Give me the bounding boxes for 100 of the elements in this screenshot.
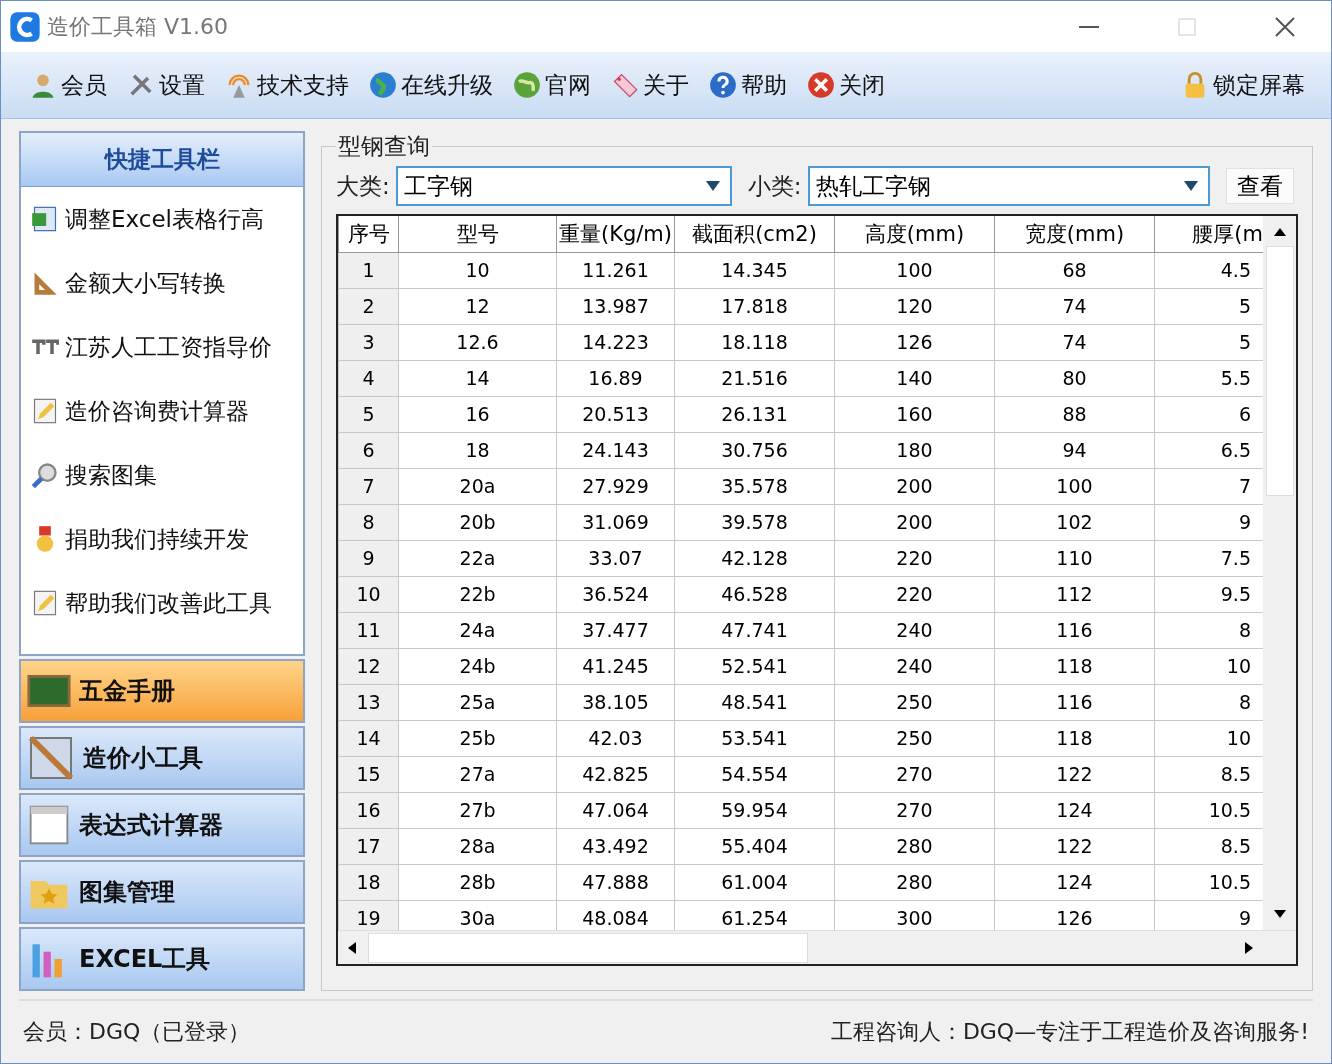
table-cell: 74	[994, 324, 1155, 361]
minimize-icon[interactable]	[1079, 25, 1099, 28]
table-cell: 118	[994, 648, 1155, 685]
app-logo-icon	[9, 10, 41, 43]
globe-icon	[369, 71, 397, 100]
table-cell: 110	[994, 540, 1155, 577]
horizontal-scrollbar[interactable]	[338, 930, 1296, 965]
table-cell: 30a	[398, 900, 557, 931]
table-cell: 124	[994, 792, 1155, 829]
view-button[interactable]: 查看	[1225, 168, 1294, 205]
group-title: 型钢查询	[337, 132, 431, 162]
quick-tool-link[interactable]: 调整Excel表格行高	[21, 187, 303, 252]
scrollbar-thumb[interactable]	[1265, 246, 1294, 497]
table-cell: 6	[1154, 396, 1263, 433]
table-cell: 6	[338, 432, 399, 469]
table-cell: 2	[338, 288, 399, 325]
table-cell: 10.5	[1154, 864, 1263, 901]
table-cell: 26.131	[674, 396, 835, 433]
table-cell: 270	[834, 756, 995, 793]
table-cell: 68	[994, 252, 1155, 289]
table-cell: 61.004	[674, 864, 835, 901]
table-cell: 1	[338, 252, 399, 289]
nav-button[interactable]: 造价小工具	[19, 726, 305, 791]
table-cell: 47.741	[674, 612, 835, 649]
window-title: 造价工具箱 V1.60	[47, 12, 230, 41]
table-cell: 4.5	[1154, 252, 1263, 289]
panel-title: 快捷工具栏	[21, 133, 303, 188]
category-dropdown[interactable]: 工字钢	[395, 166, 732, 207]
quick-tool-link[interactable]: 搜索图集	[21, 443, 303, 508]
table-cell: 7	[338, 468, 399, 505]
table-cell: 41.245	[556, 648, 675, 685]
table-cell: 200	[834, 468, 995, 505]
table-cell: 54.554	[674, 756, 835, 793]
table-cell: 10	[1154, 648, 1263, 685]
table-cell: 220	[834, 540, 995, 577]
scrollbar-thumb[interactable]	[368, 933, 808, 963]
close-icon[interactable]	[1275, 16, 1295, 37]
table-cell: 5	[338, 396, 399, 433]
table-cell: 122	[994, 828, 1155, 865]
table-cell: 9.5	[1154, 576, 1263, 613]
table-cell: 17	[338, 828, 399, 865]
quick-tool-link[interactable]: 捐助我们持续开发	[21, 507, 303, 572]
quick-tool-link[interactable]: 帮助我们改善此工具	[21, 571, 303, 636]
nav-button[interactable]: 五金手册	[19, 659, 305, 724]
table-cell: 250	[834, 684, 995, 721]
column-header[interactable]: 高度(mm)	[834, 216, 995, 253]
column-header[interactable]: 腰厚(m	[1154, 216, 1263, 253]
column-header[interactable]: 型号	[398, 216, 557, 253]
quick-tool-link[interactable]: 金额大小写转换	[21, 251, 303, 316]
table-cell: 3	[338, 324, 399, 361]
table-cell: 8.5	[1154, 828, 1263, 865]
table-cell: 59.954	[674, 792, 835, 829]
table-cell: 10	[338, 576, 399, 613]
nav-button[interactable]: 表达式计算器	[19, 793, 305, 858]
table-cell: 160	[834, 396, 995, 433]
table-cell: 15	[338, 756, 399, 793]
table-cell: 24a	[398, 612, 557, 649]
vertical-scrollbar[interactable]	[1263, 216, 1296, 931]
table-cell: 10	[1154, 720, 1263, 757]
table-cell: 37.477	[556, 612, 675, 649]
nav-button[interactable]: 图集管理	[19, 860, 305, 925]
column-header[interactable]: 重量(Kg/m)	[556, 216, 675, 253]
table-cell: 17.818	[674, 288, 835, 325]
table-cell: 112	[994, 576, 1155, 613]
table-cell: 47.064	[556, 792, 675, 829]
column-header[interactable]: 截面积(cm2)	[674, 216, 835, 253]
table-cell: 61.254	[674, 900, 835, 931]
table-cell: 8	[1154, 684, 1263, 721]
table-cell: 28a	[398, 828, 557, 865]
column-header[interactable]: 宽度(mm)	[994, 216, 1155, 253]
nav-button[interactable]: EXCEL工具	[19, 927, 305, 992]
table-cell: 8.5	[1154, 756, 1263, 793]
table-cell: 80	[994, 360, 1155, 397]
table-cell: 116	[994, 684, 1155, 721]
dropdown-arrow-icon[interactable]	[705, 181, 720, 192]
globe-icon	[513, 71, 541, 100]
table-cell: 5	[1154, 288, 1263, 325]
table-cell: 28b	[398, 864, 557, 901]
table-cell: 116	[994, 612, 1155, 649]
table-cell: 120	[834, 288, 995, 325]
table-cell: 124	[994, 864, 1155, 901]
table-cell: 18.118	[674, 324, 835, 361]
table-cell: 10.5	[1154, 792, 1263, 829]
table-cell: 250	[834, 720, 995, 757]
spreadsheet-icon	[31, 205, 59, 234]
status-text: 工程咨询人：DGQ—专注于工程造价及咨询服务!	[830, 1018, 1309, 1047]
table-cell: 16	[338, 792, 399, 829]
table-cell: 20b	[398, 504, 557, 541]
table-cell: 48.084	[556, 900, 675, 931]
quick-tool-link[interactable]: 江苏人工工资指导价	[21, 315, 303, 380]
dropdown-arrow-icon[interactable]	[1183, 181, 1198, 192]
table-cell: 14.223	[556, 324, 675, 361]
subcategory-dropdown[interactable]: 热轧工字钢	[807, 166, 1210, 207]
table-cell: 46.528	[674, 576, 835, 613]
table-cell: 7	[1154, 468, 1263, 505]
column-header[interactable]: 序号	[338, 216, 399, 253]
table-cell: 13	[338, 684, 399, 721]
table-cell: 19	[338, 900, 399, 931]
table-cell: 14.345	[674, 252, 835, 289]
quick-tool-link[interactable]: 造价咨询费计算器	[21, 379, 303, 444]
